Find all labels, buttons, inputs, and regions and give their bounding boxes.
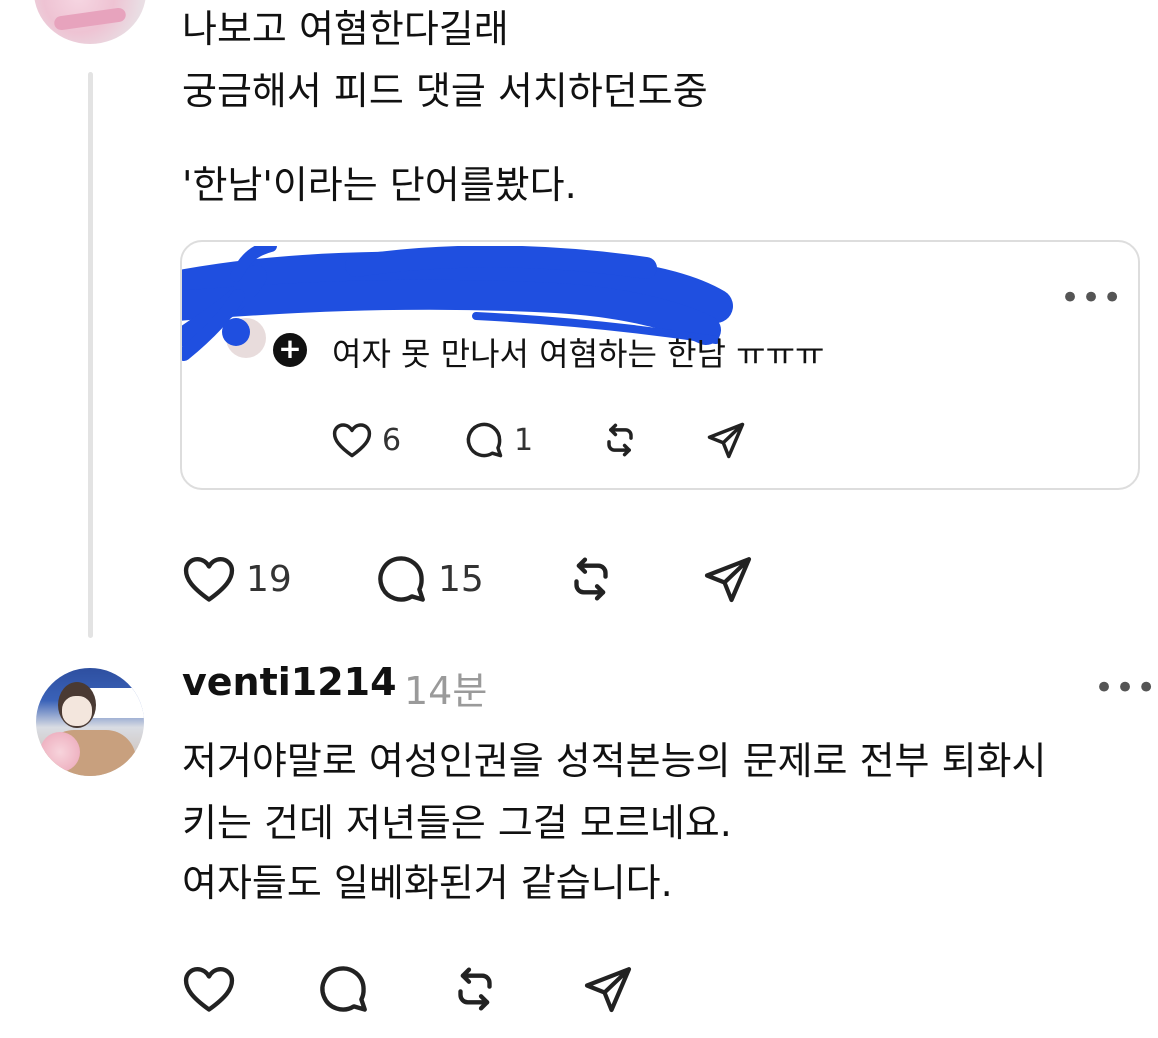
repost-button[interactable] (562, 550, 700, 608)
quote-action-bar: 6 1 (330, 418, 748, 462)
comment-icon (378, 556, 425, 602)
comment-icon (320, 966, 367, 1012)
share-button[interactable] (704, 418, 748, 462)
like-count: 19 (246, 558, 292, 600)
heart-icon (183, 967, 235, 1012)
comment-icon (466, 422, 503, 458)
avatar-decoration (40, 732, 80, 772)
post-text-line: 궁금해서 피드 댓글 서치하던도중 (182, 69, 708, 113)
repost-button[interactable] (598, 418, 704, 462)
share-icon (584, 967, 632, 1013)
reply-text-line: 여자들도 일베화된거 같습니다. (182, 861, 673, 905)
like-button[interactable] (180, 960, 314, 1018)
reply-action-bar (180, 960, 636, 1018)
post-action-bar: 19 15 (180, 550, 756, 608)
reply-button[interactable]: 15 (372, 550, 562, 608)
repost-icon (607, 423, 633, 457)
reply-count: 1 (514, 422, 534, 458)
heart-icon (183, 557, 235, 602)
like-button[interactable]: 19 (180, 550, 372, 608)
username[interactable]: venti1214 (182, 660, 397, 704)
thread-line (88, 72, 93, 638)
share-button[interactable] (700, 551, 756, 607)
plus-icon[interactable]: + (270, 330, 310, 370)
avatar[interactable] (36, 668, 144, 776)
post-text-line: 나보고 여혐한다길래 (182, 7, 509, 51)
reply-button[interactable] (314, 960, 446, 1018)
heart-icon (332, 423, 372, 458)
more-icon[interactable]: ••• (1094, 671, 1157, 705)
like-count: 6 (382, 422, 402, 458)
avatar-background (88, 688, 144, 718)
repost-icon (458, 967, 492, 1011)
like-button[interactable]: 6 (330, 418, 462, 462)
more-icon[interactable]: ••• (1060, 281, 1123, 315)
share-button[interactable] (580, 961, 636, 1017)
reply-count: 15 (438, 558, 484, 600)
reply-text-line: 저거야말로 여성인권을 성적본능의 문제로 전부 퇴화시 (182, 739, 1047, 783)
quoted-post-card[interactable]: + 여자 못 만나서 여혐하는 한남 ㅠㅠㅠ ••• 6 1 (180, 240, 1140, 490)
avatar-figure (62, 696, 92, 726)
share-icon (707, 422, 745, 459)
share-icon (704, 557, 752, 603)
repost-icon (574, 557, 608, 601)
timestamp: 14분 (404, 669, 488, 713)
post-text-line: '한남'이라는 단어를봤다. (182, 163, 577, 207)
avatar-decoration (53, 7, 127, 31)
reply-text-line: 키는 건데 저년들은 그걸 모르네요. (182, 801, 732, 845)
repost-button[interactable] (446, 960, 580, 1018)
reply-button[interactable]: 1 (462, 418, 598, 462)
quoted-post-text: 여자 못 만나서 여혐하는 한남 ㅠㅠㅠ (332, 335, 825, 373)
avatar[interactable] (34, 0, 146, 44)
